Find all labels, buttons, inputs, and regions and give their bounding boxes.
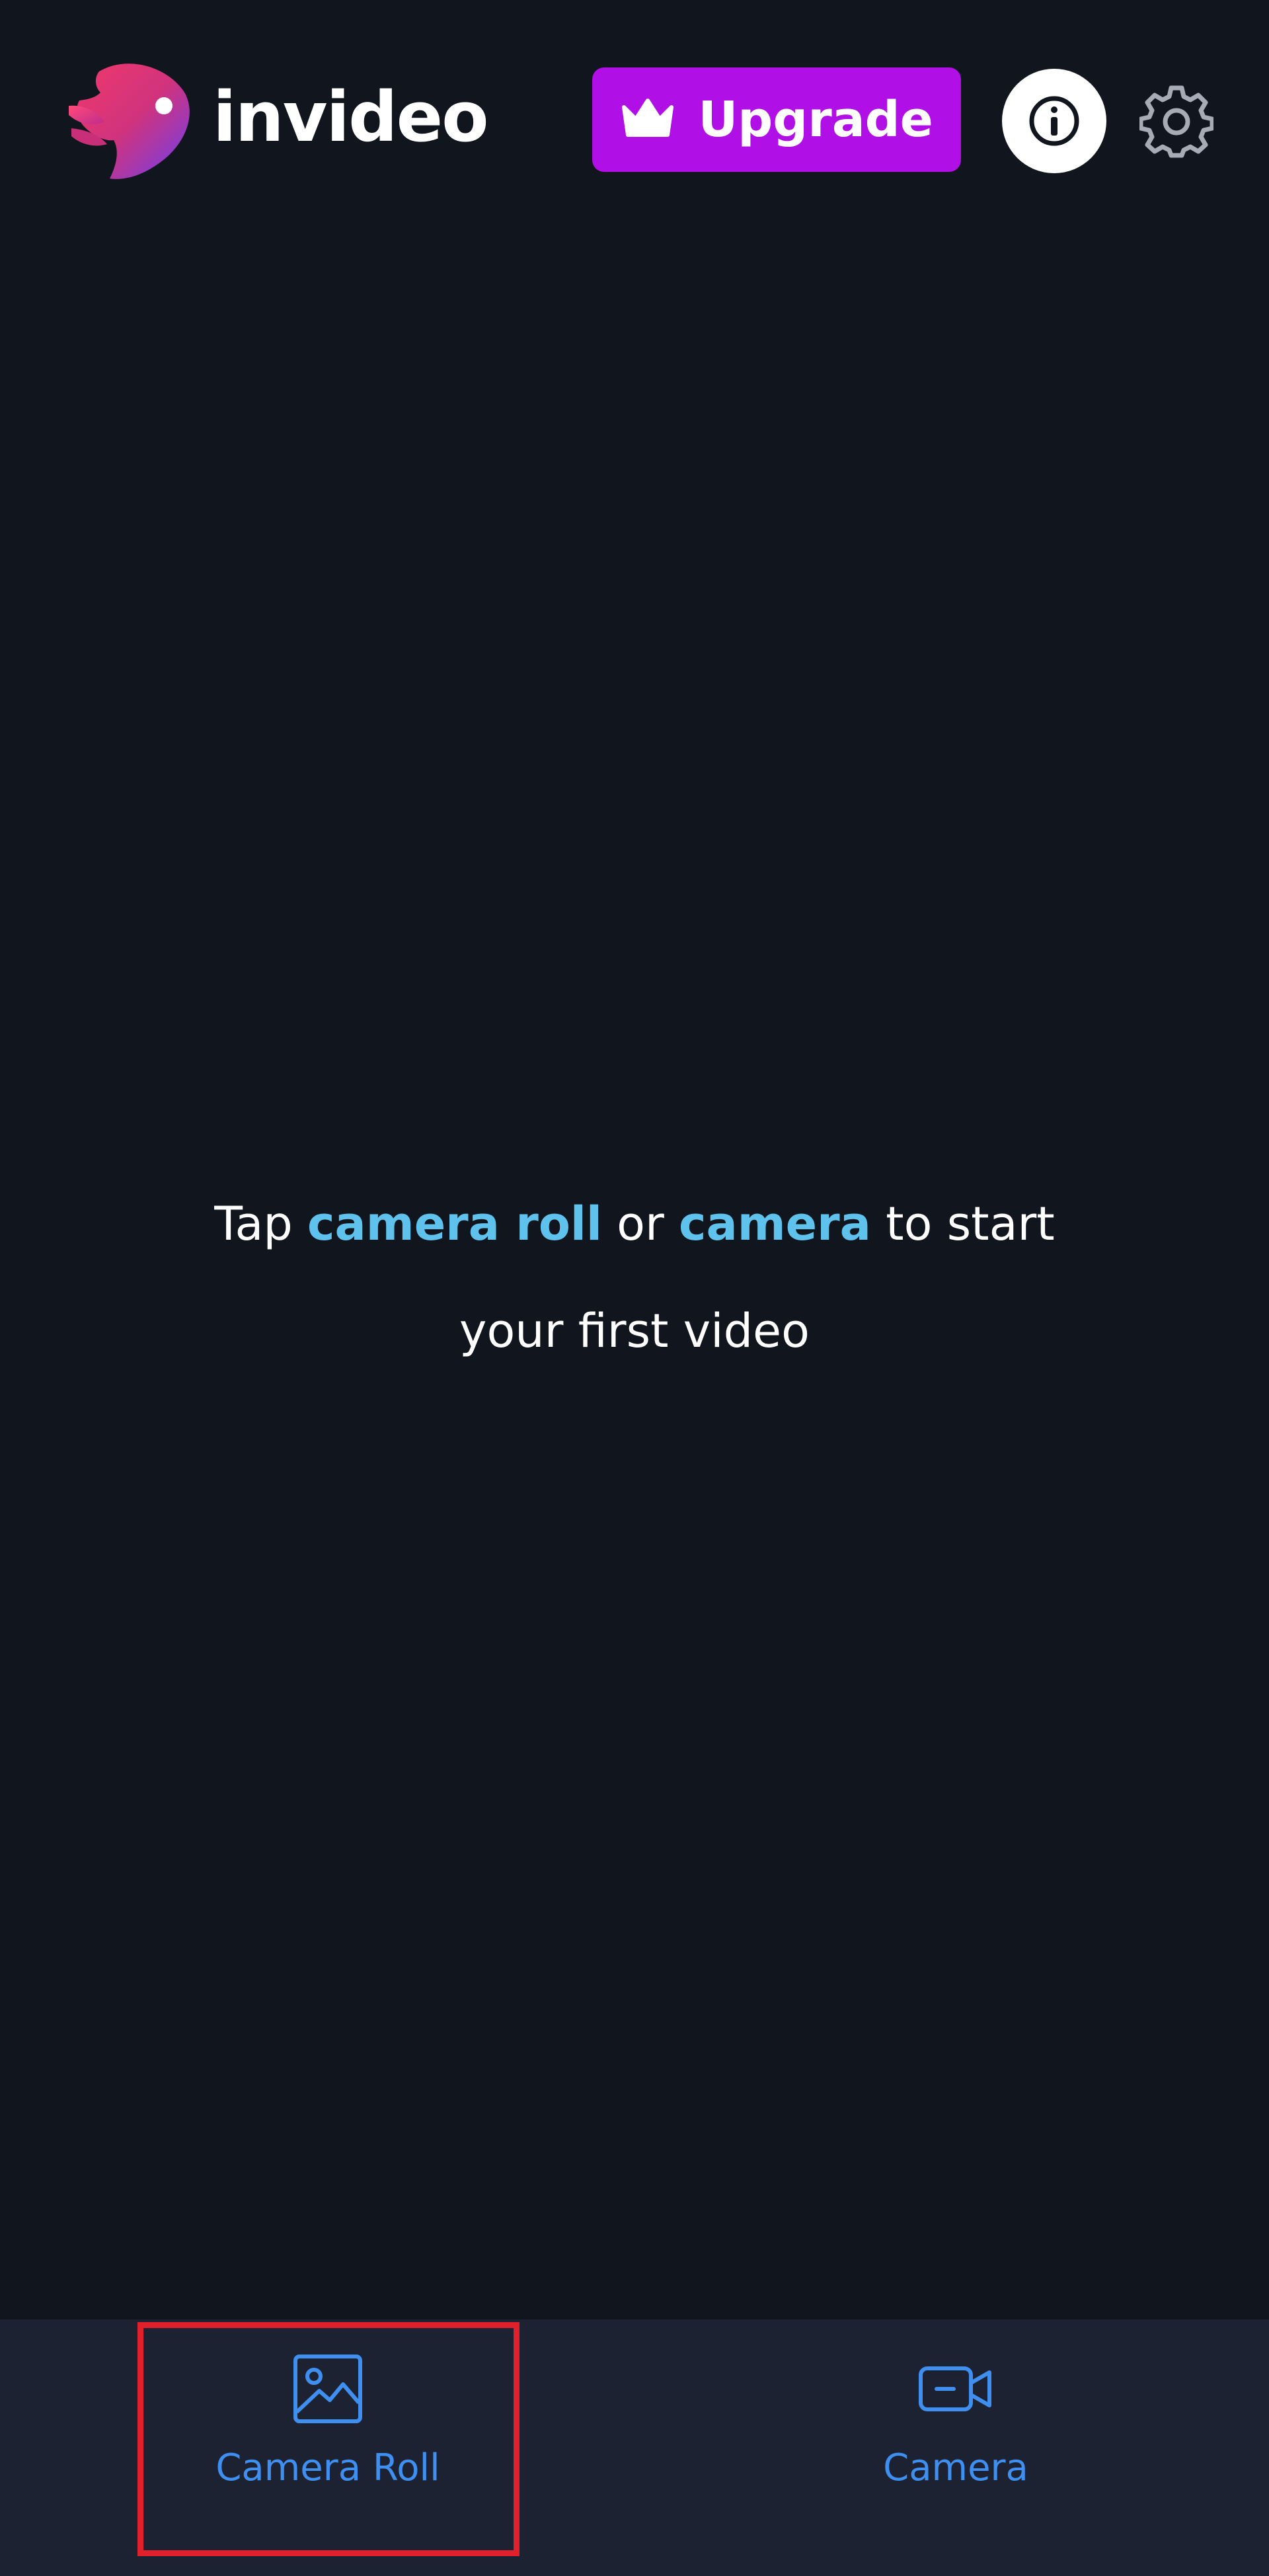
upgrade-label: Upgrade (698, 91, 933, 148)
prompt-suffix: to start (870, 1197, 1055, 1251)
camera-roll-label: Camera Roll (215, 2446, 440, 2489)
upgrade-button[interactable]: Upgrade (592, 67, 961, 172)
settings-button[interactable] (1139, 85, 1213, 159)
bottom-tab-bar: Camera Roll Camera (0, 2319, 1269, 2576)
crown-icon (622, 99, 674, 137)
camera-link[interactable]: camera (679, 1197, 871, 1251)
app-name: invideo (213, 77, 489, 157)
empty-state-line-1: Tap camera roll or camera to start (106, 1170, 1163, 1277)
gear-icon (1139, 85, 1213, 158)
image-icon (289, 2350, 367, 2428)
prompt-connector: or (601, 1197, 679, 1251)
invideo-logo-icon (66, 58, 198, 184)
camera-roll-link[interactable]: camera roll (307, 1197, 602, 1251)
video-camera-icon (917, 2350, 995, 2428)
tab-camera-roll[interactable]: Camera Roll (136, 2319, 519, 2576)
tab-camera[interactable]: Camera (764, 2319, 1147, 2576)
empty-state-line-2: your first video (459, 1304, 810, 1358)
prompt-prefix: Tap (214, 1197, 308, 1251)
info-icon (1029, 96, 1079, 146)
app-header: invideo Upgrade (0, 0, 1269, 238)
camera-label: Camera (883, 2446, 1028, 2489)
empty-state-message: Tap camera roll or camera to start your … (106, 1170, 1163, 1385)
info-button[interactable] (1002, 69, 1106, 173)
